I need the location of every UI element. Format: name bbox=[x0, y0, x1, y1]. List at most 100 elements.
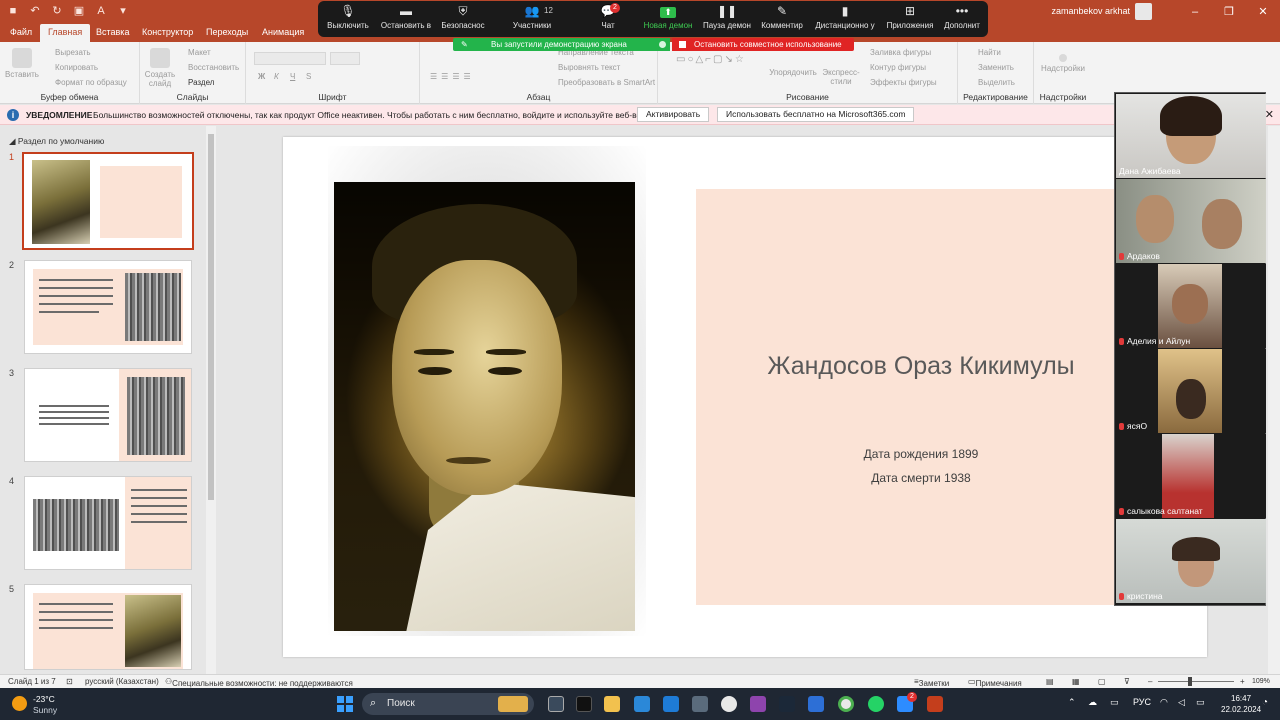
app-icon[interactable] bbox=[808, 696, 824, 712]
clock[interactable]: 16:47 22.02.2024 bbox=[1221, 693, 1261, 715]
align-text-button[interactable]: Выровнять текст bbox=[558, 63, 620, 72]
cloud-icon[interactable]: ☁ bbox=[1088, 697, 1097, 708]
tab-home[interactable]: Главная bbox=[40, 24, 91, 42]
yandex-icon[interactable] bbox=[721, 696, 737, 712]
slide-title[interactable]: Жандосов Ораз Кикимулы bbox=[696, 349, 1146, 383]
new-share-button[interactable]: ⬆ Новая демон bbox=[640, 1, 696, 37]
alignment-icons[interactable]: ☰☰☰☰ bbox=[430, 72, 475, 81]
reset-button[interactable]: Восстановить bbox=[188, 63, 239, 72]
store-icon[interactable] bbox=[634, 696, 650, 712]
tab-transitions[interactable]: Переходы bbox=[206, 27, 248, 37]
presentation-icon[interactable]: ▣ bbox=[72, 4, 86, 18]
paste-button[interactable]: Вставить bbox=[4, 48, 40, 79]
notes-button[interactable]: ≡ Заметки bbox=[914, 677, 949, 688]
stop-video-button[interactable]: ▬ Остановить в bbox=[380, 1, 432, 37]
widget-icon[interactable] bbox=[498, 696, 528, 712]
arrange-button[interactable]: Упорядочить bbox=[766, 68, 820, 77]
thumbnails-scrollbar[interactable] bbox=[206, 126, 216, 674]
format-painter-button[interactable]: Формат по образцу bbox=[55, 78, 127, 87]
cut-button[interactable]: Вырезать bbox=[55, 48, 91, 57]
slideshow-icon[interactable]: ⊽ bbox=[1124, 677, 1130, 686]
task-view-icon[interactable] bbox=[548, 696, 564, 712]
undo-icon[interactable]: ↶ bbox=[28, 4, 42, 18]
powerpoint-icon[interactable] bbox=[927, 696, 943, 712]
mail-icon[interactable] bbox=[663, 696, 679, 712]
video-tile[interactable]: Аделия и Айлун bbox=[1116, 264, 1266, 348]
comments-button[interactable]: ▭ Примечания bbox=[968, 677, 1022, 688]
start-button[interactable] bbox=[337, 696, 353, 712]
minimize-icon[interactable]: – bbox=[1178, 0, 1212, 24]
tab-file[interactable]: Файл bbox=[10, 27, 32, 37]
slide-sorter-icon[interactable]: ▦ bbox=[1072, 677, 1080, 686]
input-language[interactable]: РУС bbox=[1133, 697, 1151, 707]
mute-button[interactable]: 🎙 Выключить bbox=[324, 1, 372, 37]
slide-thumbnail-4[interactable] bbox=[24, 476, 192, 570]
restore-icon[interactable]: ❐ bbox=[1212, 0, 1246, 24]
addins-button[interactable]: Надстройки bbox=[1038, 54, 1088, 73]
weather-temp[interactable]: -23°C bbox=[33, 694, 55, 704]
tab-animation[interactable]: Анимация bbox=[262, 27, 304, 37]
tab-insert[interactable]: Вставка bbox=[96, 27, 129, 37]
security-button[interactable]: ⛨ Безопаснос bbox=[438, 1, 488, 37]
section-header[interactable]: ◢ Раздел по умолчанию bbox=[9, 136, 104, 147]
layout-button[interactable]: Макет bbox=[188, 48, 211, 57]
slide-thumbnail-3[interactable] bbox=[24, 368, 192, 462]
bold-button[interactable]: Ж bbox=[258, 72, 265, 81]
slide-thumbnail-5[interactable] bbox=[24, 584, 192, 670]
editor-scrollbar[interactable] bbox=[1268, 126, 1280, 674]
zoom-level[interactable]: 109% bbox=[1252, 678, 1270, 685]
video-tile[interactable]: кристина bbox=[1116, 519, 1266, 603]
app-tray-icon[interactable]: ▭ bbox=[1110, 697, 1119, 708]
steam-icon[interactable] bbox=[779, 696, 795, 712]
shape-fill-button[interactable]: Заливка фигуры bbox=[870, 48, 931, 57]
zoom-slider[interactable] bbox=[1158, 677, 1234, 686]
find-button[interactable]: Найти bbox=[978, 48, 1001, 57]
quick-styles-button[interactable]: Экспресс-стили bbox=[818, 68, 864, 86]
copy-button[interactable]: Копировать bbox=[55, 63, 98, 72]
tiktok-icon[interactable] bbox=[576, 696, 592, 712]
replace-button[interactable]: Заменить bbox=[978, 63, 1014, 72]
death-date[interactable]: Дата смерти 1938 bbox=[696, 471, 1146, 485]
zoom-out-icon[interactable]: – bbox=[1148, 677, 1152, 686]
section-button[interactable]: Раздел bbox=[188, 78, 214, 87]
battery-icon[interactable]: ▭ bbox=[1196, 697, 1205, 708]
new-slide-button[interactable]: Создать слайд bbox=[142, 48, 178, 88]
activate-button[interactable]: Активировать bbox=[637, 107, 710, 122]
reading-view-icon[interactable]: ▢ bbox=[1098, 677, 1106, 686]
video-tile[interactable]: салыкова салтанат bbox=[1116, 434, 1266, 518]
shape-effects-button[interactable]: Эффекты фигуры bbox=[870, 78, 937, 87]
more-button[interactable]: ••• Дополнит bbox=[940, 1, 984, 37]
zoom-in-icon[interactable]: + bbox=[1240, 677, 1245, 686]
slide-thumbnail-1[interactable] bbox=[22, 152, 194, 250]
stop-share-button[interactable]: Остановить совместное использование bbox=[672, 38, 854, 51]
underline-button[interactable]: Ч bbox=[290, 72, 295, 81]
weather-desc[interactable]: Sunny bbox=[33, 705, 57, 715]
save-icon[interactable]: ■ bbox=[6, 4, 20, 18]
avatar[interactable] bbox=[1135, 3, 1152, 20]
close-icon[interactable]: ✕ bbox=[1265, 108, 1274, 121]
strikethrough-button[interactable]: S bbox=[306, 72, 311, 81]
customize-qat-icon[interactable]: ▾ bbox=[116, 4, 130, 18]
tools-icon[interactable] bbox=[692, 696, 708, 712]
account-name[interactable]: zamanbekov arkhat bbox=[1051, 6, 1130, 16]
tab-design[interactable]: Конструктор bbox=[142, 27, 193, 37]
use-web-button[interactable]: Использовать бесплатно на Microsoft365.c… bbox=[717, 107, 915, 122]
chevron-up-icon[interactable]: ⌃ bbox=[1068, 697, 1076, 708]
video-tile[interactable]: Ардаков bbox=[1116, 179, 1266, 263]
pause-share-button[interactable]: ❚❚ Пауза демон bbox=[700, 1, 754, 37]
birth-date[interactable]: Дата рождения 1899 bbox=[696, 447, 1146, 461]
spellcheck-icon[interactable]: ⊡ bbox=[66, 677, 73, 686]
shape-outline-button[interactable]: Контур фигуры bbox=[870, 63, 926, 72]
accessibility-status[interactable]: ⚇ Специальные возможности: не поддержива… bbox=[165, 677, 353, 688]
app-icon[interactable] bbox=[750, 696, 766, 712]
select-button[interactable]: Выделить bbox=[978, 78, 1015, 87]
portrait-photo[interactable] bbox=[334, 182, 635, 631]
annotate-button[interactable]: ✎ Комментир bbox=[758, 1, 806, 37]
slide-canvas[interactable]: Жандосов Ораз Кикимулы Дата рождения 189… bbox=[283, 137, 1207, 657]
apps-button[interactable]: ⊞ Приложения bbox=[884, 1, 936, 37]
redo-icon[interactable]: ↻ bbox=[50, 4, 64, 18]
whatsapp-icon[interactable] bbox=[868, 696, 884, 712]
notifications-icon[interactable]: ◔ bbox=[1262, 697, 1268, 708]
file-explorer-icon[interactable] bbox=[604, 696, 620, 712]
italic-button[interactable]: К bbox=[274, 72, 279, 81]
